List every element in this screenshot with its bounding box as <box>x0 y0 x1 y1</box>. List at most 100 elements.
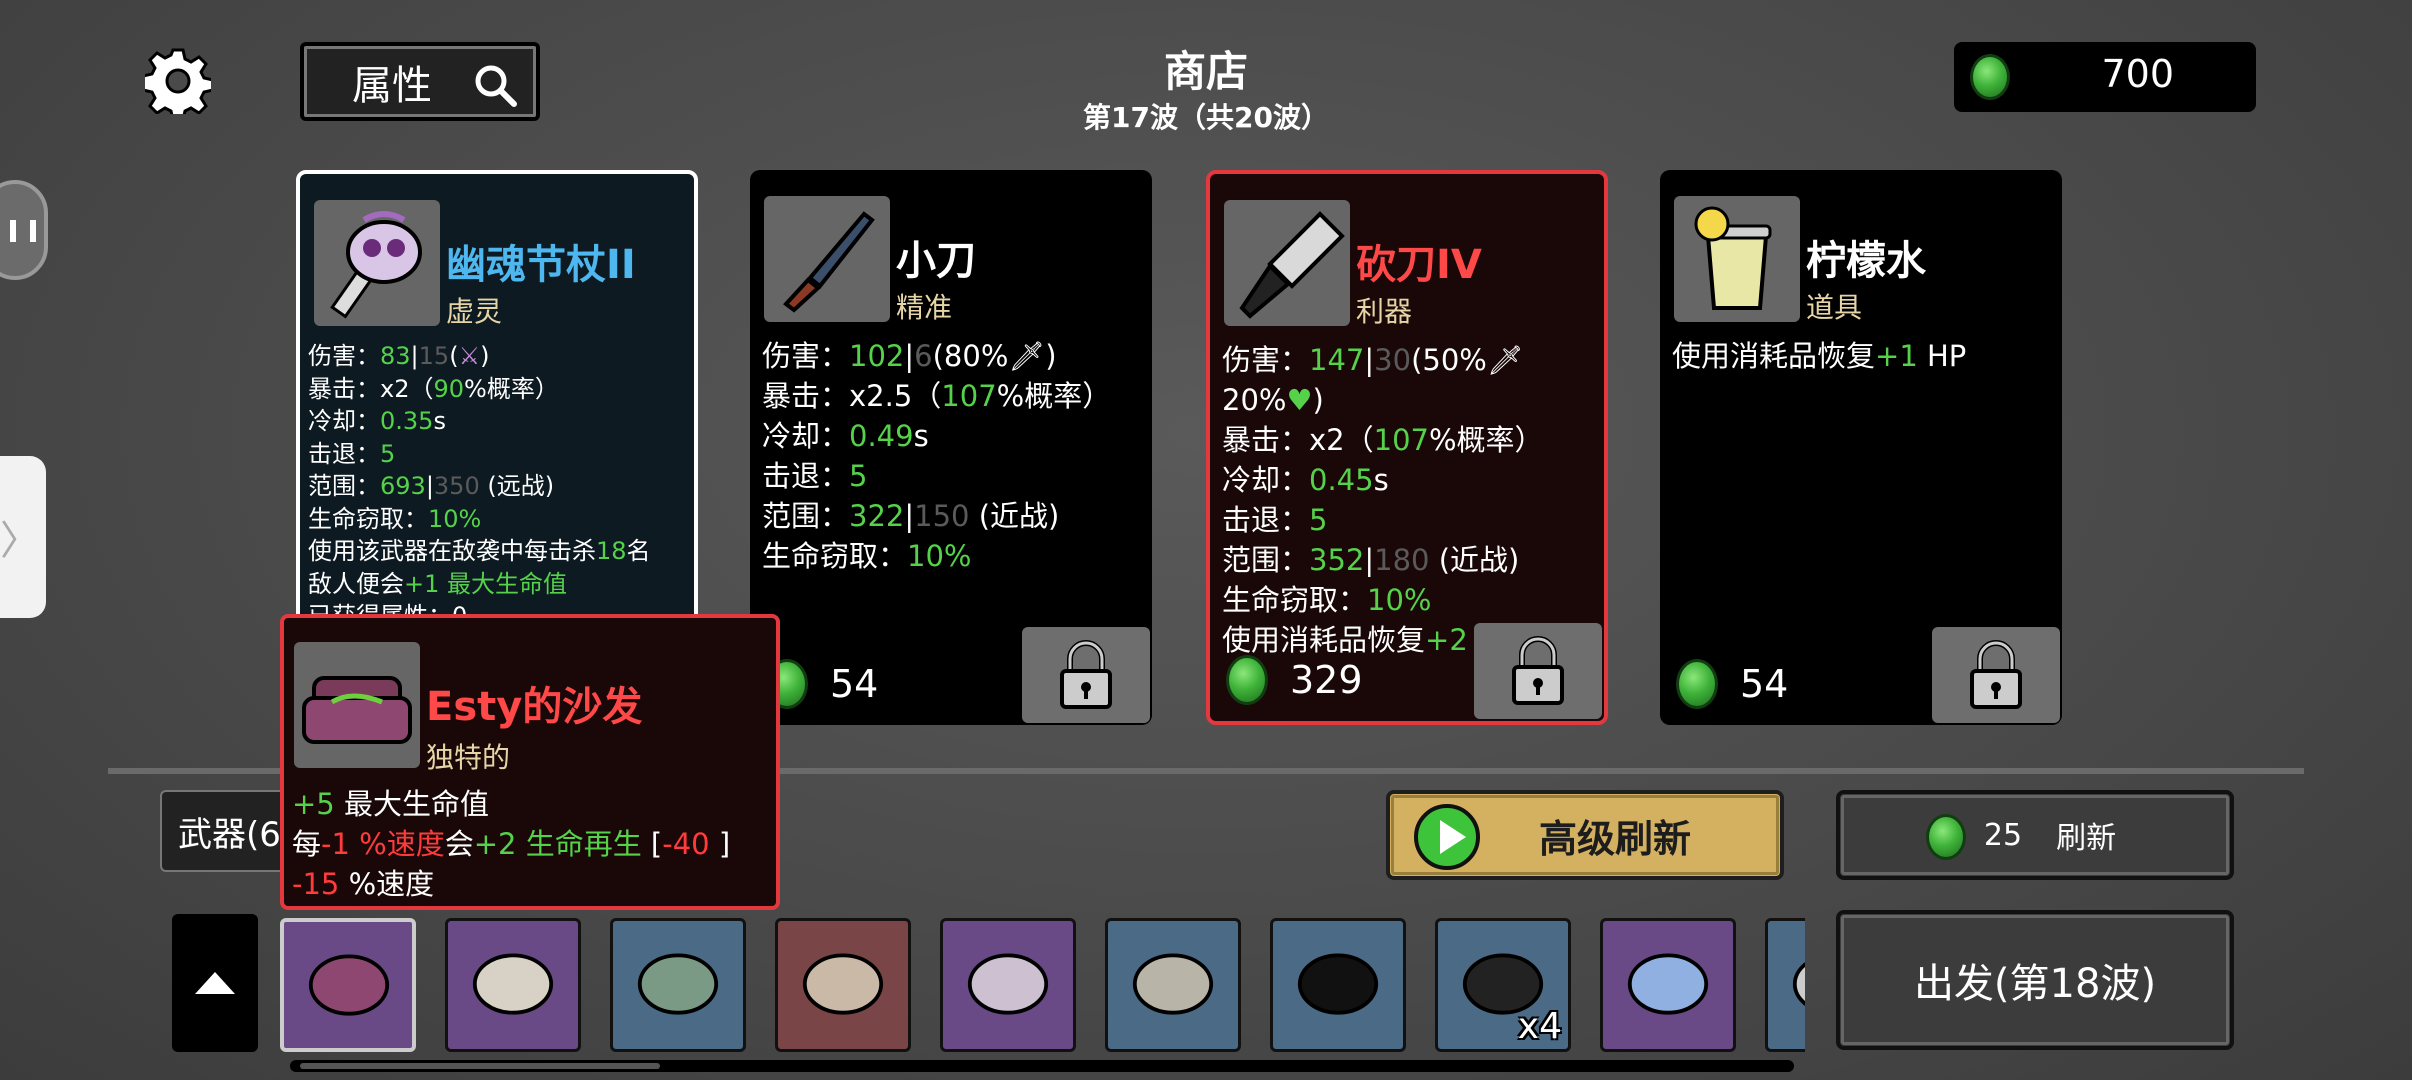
stat-text: %概率） <box>996 379 1112 413</box>
coin-icon <box>1970 54 2010 100</box>
tooltip-type: 独特的 <box>426 741 511 774</box>
tardigrade-icon[interactable] <box>445 918 581 1052</box>
stat-text: +5 <box>292 787 335 821</box>
stat-text: 0.49 <box>849 419 914 453</box>
advanced-refresh-label: 高级刷新 <box>1538 816 1691 861</box>
shop-card-ghost-scepter[interactable]: 幽魂节杖II 虚灵 伤害：83|15(⚔) 暴击：x2（90%概率） 冷却：0.35… <box>296 170 698 630</box>
stat-text: HP <box>1917 339 1967 373</box>
stat-text: %概率） <box>1428 423 1544 457</box>
bloody-eyes-icon[interactable] <box>1270 918 1406 1052</box>
stat-line: 伤害：102|6(80%🗡) <box>762 336 1144 376</box>
stat-text: 350 <box>433 472 480 500</box>
stat-text: 暴击：x2（ <box>308 374 434 403</box>
stat-text: 敌人便会 <box>308 569 404 598</box>
stat-text: | <box>1364 343 1375 377</box>
knife-icon <box>764 196 890 322</box>
black-belt-icon[interactable]: x4 <box>1435 918 1571 1052</box>
stat-text: 生命窃取： <box>308 504 428 533</box>
stat-text: ) <box>480 342 490 370</box>
stat-text: 6 <box>914 339 933 373</box>
lock-button[interactable] <box>1474 623 1602 719</box>
price-value: 54 <box>830 662 879 706</box>
stat-text: | <box>425 472 434 500</box>
refresh-label: 刷新 <box>2056 821 2117 856</box>
floating-pause-bubble[interactable] <box>0 180 48 280</box>
stat-text: ⚔ <box>458 342 481 370</box>
lock-button[interactable] <box>1932 627 2060 723</box>
stat-line: 冷却：0.45s <box>1222 460 1596 500</box>
stat-text: 147 <box>1309 343 1365 377</box>
stat-line: 使用消耗品恢复+1 HP <box>1672 336 2054 376</box>
stat-text: | <box>904 339 915 373</box>
stat-text: 30 <box>1374 343 1412 377</box>
scope-icon[interactable] <box>610 918 746 1052</box>
stat-text: 🗡 <box>1008 339 1046 373</box>
stat-text: -1 %速度 <box>321 827 445 861</box>
lock-icon <box>1970 640 2022 709</box>
coin-icon <box>1676 659 1718 709</box>
card-stats: 伤害：147|30(50%🗡20%♥) 暴击：x2（107%概率） 冷却：0.45s… <box>1222 340 1596 660</box>
stat-text: ♥ <box>1286 383 1313 417</box>
lock-icon <box>1512 636 1564 705</box>
inventory-scroll-thumb[interactable] <box>300 1063 660 1069</box>
stat-text: 伤害： <box>762 339 850 373</box>
stat-line: 范围：693|350 (远战) <box>308 470 686 503</box>
stat-line: 冷却：0.49s <box>762 416 1144 456</box>
expand-inventory-button[interactable] <box>172 914 258 1052</box>
stat-text: 暴击：x2（ <box>1222 423 1374 457</box>
advanced-refresh-button[interactable]: 高级刷新 <box>1386 790 1784 880</box>
side-drawer-handle[interactable]: 〉 <box>0 456 46 618</box>
stat-line: 敌人便会+1 最大生命值 <box>308 568 686 601</box>
stat-text: +2 <box>1425 623 1468 657</box>
wave-indicator: 第17波（共20波） <box>1083 101 1329 134</box>
attributes-button[interactable]: 属性 <box>300 42 540 121</box>
stat-line: 击退：5 <box>1222 500 1596 540</box>
stat-text: -15 <box>292 867 340 901</box>
stat-text: 使用消耗品恢复 <box>1672 339 1876 373</box>
stat-text: %速度 <box>339 867 435 901</box>
sofa-icon[interactable] <box>280 918 416 1052</box>
stat-text: 0.35 <box>380 407 434 435</box>
start-next-wave-button[interactable]: 出发(第18波) <box>1836 910 2234 1050</box>
lock-button[interactable] <box>1022 627 1150 723</box>
coin-icon <box>1226 655 1268 705</box>
stat-text: +2 生命再生 <box>473 827 642 861</box>
stat-text: 使用该武器在敌袭中每击杀 <box>308 537 596 565</box>
gun-turret-house-icon[interactable] <box>1105 918 1241 1052</box>
shop-card-knife[interactable]: 小刀 精准 伤害：102|6(80%🗡) 暴击：x2.5（107%概率） 冷却：0.… <box>750 170 1152 725</box>
card-type: 利器 <box>1356 295 1413 328</box>
horned-alien-icon[interactable] <box>940 918 1076 1052</box>
stat-text: 伤害： <box>308 342 380 370</box>
money-display: 700 <box>1954 42 2256 112</box>
stat-line: 生命窃取：10% <box>1222 580 1596 620</box>
stat-text: 生命窃取： <box>762 539 908 573</box>
stat-text: 击退： <box>762 459 850 493</box>
refresh-button[interactable]: 25 刷新 <box>1836 790 2234 880</box>
shop-card-lemonade[interactable]: 柠檬水 道具 使用消耗品恢复+1 HP 54 <box>1660 170 2062 725</box>
price-value: 329 <box>1290 658 1363 702</box>
card-type: 精准 <box>896 291 953 324</box>
stat-text: [ <box>641 827 663 861</box>
stat-text: ( <box>449 342 459 370</box>
stat-text: ) <box>1045 339 1057 373</box>
card-price: 329 <box>1226 655 1363 705</box>
stat-text: 击退： <box>1222 503 1310 537</box>
gear-icon[interactable] <box>141 48 215 122</box>
stat-text: 352 <box>1309 543 1365 577</box>
stat-text: 范围： <box>1222 543 1310 577</box>
stat-text: 生命窃取： <box>1222 583 1368 617</box>
stat-text: 暴击：x2.5（ <box>762 379 942 413</box>
stat-text: (近战) <box>969 499 1060 533</box>
stat-line: 击退：5 <box>762 456 1144 496</box>
striped-item-icon[interactable] <box>1765 918 1805 1052</box>
stat-text: (50% <box>1411 343 1487 377</box>
robot-legs-icon[interactable] <box>775 918 911 1052</box>
stat-text: 击退： <box>308 439 380 468</box>
shark-fin-icon[interactable] <box>1600 918 1736 1052</box>
card-name: 幽魂节杖II <box>446 242 636 288</box>
weapons-tab[interactable]: 武器(6/6) <box>160 790 300 872</box>
stat-line: 每-1 %速度会+2 生命再生 [-40 ] <box>292 824 730 864</box>
shop-card-cleaver[interactable]: 砍刀IV 利器 伤害：147|30(50%🗡20%♥) 暴击：x2（107%概率）… <box>1206 170 1608 725</box>
stat-text: 范围： <box>762 499 850 533</box>
stat-text: 150 <box>914 499 970 533</box>
